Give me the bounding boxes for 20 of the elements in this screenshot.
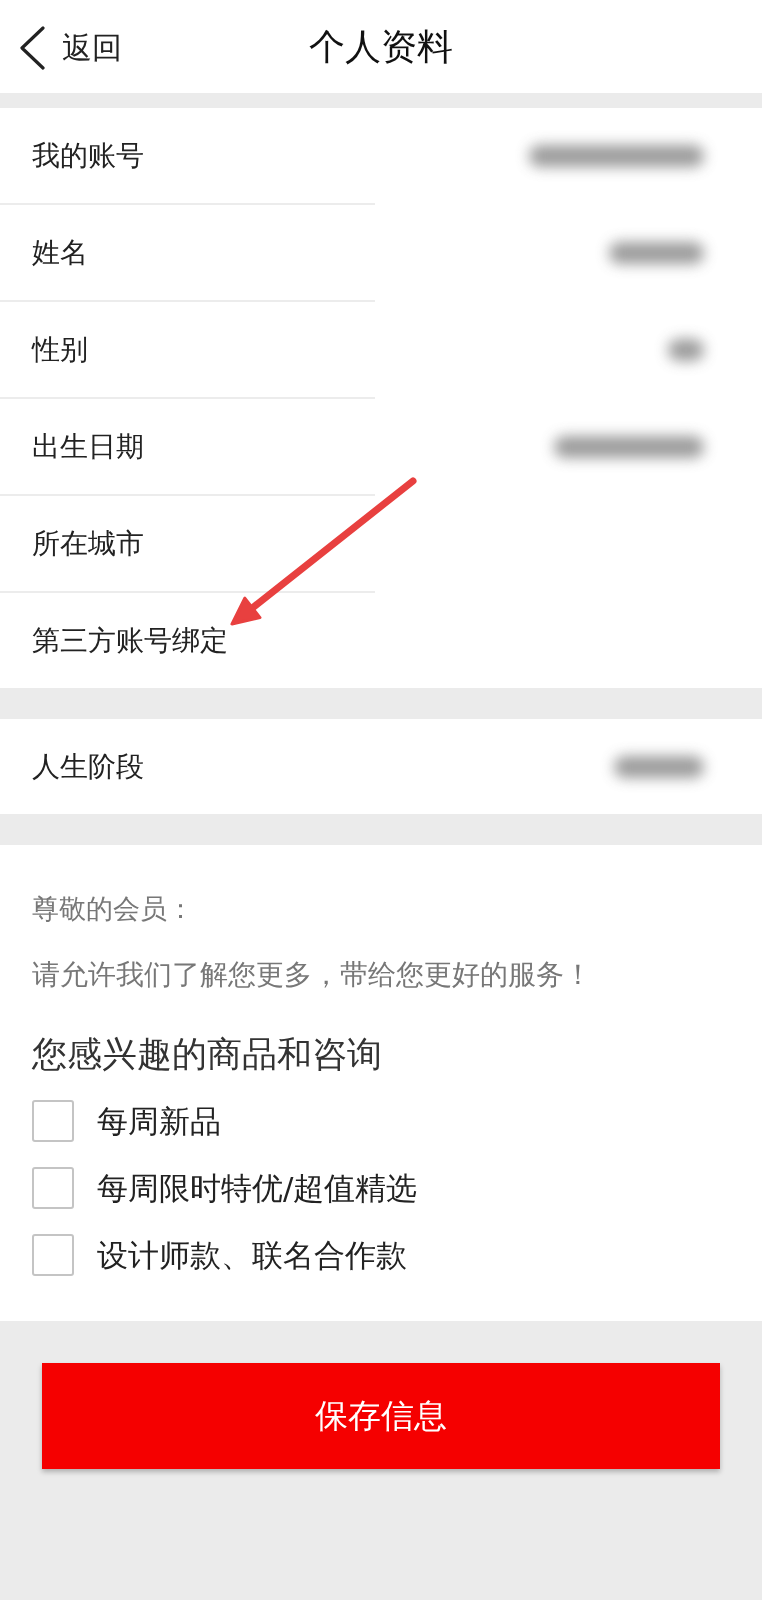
- message-text: 请允许我们了解您更多，带给您更好的服务！: [32, 957, 593, 993]
- page-title: 个人资料: [309, 24, 453, 69]
- row-label[interactable]: 第三方账号绑定: [32, 620, 228, 661]
- section-heading: 您感兴趣的商品和咨询: [32, 1033, 383, 1076]
- checkbox-label[interactable]: 设计师款、联名合作款: [97, 1232, 407, 1277]
- row-label[interactable]: 出生日期: [32, 426, 144, 467]
- checkbox[interactable]: [32, 1233, 74, 1276]
- checkbox-label[interactable]: 每周限时特优/超值精选: [97, 1165, 418, 1210]
- greeting-text: 尊敬的会员：: [32, 892, 195, 926]
- save-button[interactable]: 保存信息: [42, 1363, 720, 1469]
- back-icon: [18, 26, 46, 70]
- row-label[interactable]: 人生阶段: [32, 746, 144, 787]
- row-label[interactable]: 姓名: [32, 232, 88, 273]
- back-button[interactable]: 返回: [18, 26, 122, 70]
- row-label[interactable]: 我的账号: [32, 135, 144, 176]
- row-label[interactable]: 所在城市: [32, 523, 144, 564]
- checkbox[interactable]: [32, 1099, 74, 1142]
- checkbox[interactable]: [32, 1166, 74, 1209]
- row-label[interactable]: 性别: [32, 329, 88, 370]
- checkbox-label[interactable]: 每周新品: [97, 1098, 221, 1143]
